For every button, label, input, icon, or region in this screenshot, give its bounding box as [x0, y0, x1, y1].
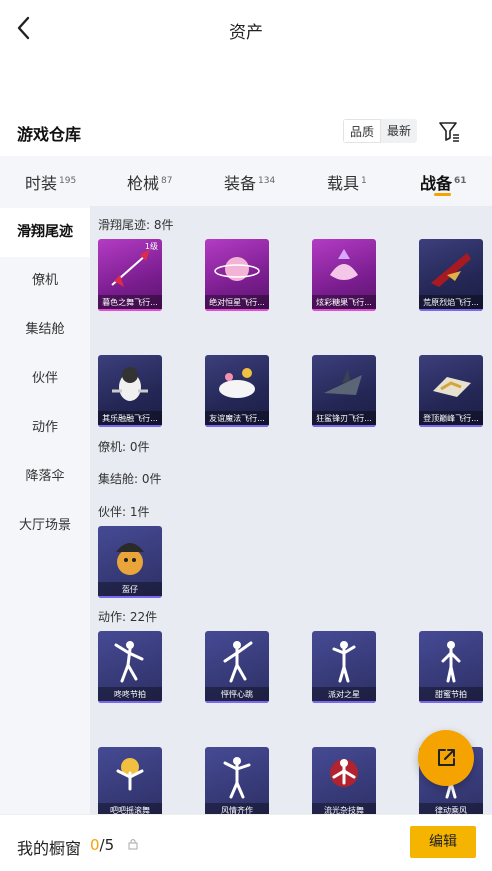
level-badge: 1级	[144, 242, 158, 251]
shark-craft-icon	[324, 369, 362, 395]
sidebar-item-partner[interactable]: 伙伴	[0, 354, 90, 403]
header: 资产	[0, 0, 492, 58]
item-card[interactable]: 登顶巅峰飞行...	[419, 355, 483, 427]
planet-trail-icon	[214, 257, 260, 281]
item-name: 友谊魔法飞行...	[205, 411, 269, 427]
item-card[interactable]: 炫彩糖果飞行...	[312, 239, 376, 311]
item-name: 甜蜜节拍	[419, 687, 483, 703]
page-title: 资产	[229, 23, 263, 43]
lock-icon	[128, 839, 138, 850]
section-title-wingman: 僚机: 0件	[98, 440, 150, 454]
sidebar-item-lobby-scene[interactable]: 大厅场景	[0, 501, 90, 550]
gold-craft-icon	[433, 377, 471, 397]
item-card[interactable]: 咚咚节拍	[98, 631, 162, 703]
active-tab-indicator	[434, 193, 451, 196]
section-title-trail: 滑翔尾迹: 8件	[98, 218, 174, 232]
item-name: 咚咚节拍	[98, 687, 162, 703]
external-link-icon	[438, 749, 455, 766]
sidebar-item-parachute[interactable]: 降落伞	[0, 452, 90, 501]
dance-pose-icon	[332, 641, 356, 683]
section-title-partner: 伙伴: 1件	[98, 505, 150, 519]
item-card[interactable]: 派对之星	[312, 631, 376, 703]
item-name: 炫彩糖果飞行...	[312, 295, 376, 311]
item-name: 其乐融融飞行...	[98, 411, 162, 427]
sort-toggle: 品质 最新	[343, 119, 418, 143]
penguin-craft-icon	[112, 367, 148, 401]
item-name: 登顶巅峰飞行...	[419, 411, 483, 427]
item-card[interactable]: 荒原烈焰飞行...	[419, 239, 483, 311]
sort-quality-button[interactable]: 品质	[343, 119, 382, 143]
candy-trail-icon	[330, 249, 358, 280]
item-card[interactable]: 1级 暮色之舞飞行...	[98, 239, 162, 311]
dance-pose-icon	[223, 641, 253, 683]
spear-trail-icon	[111, 249, 150, 287]
dance-pose-icon	[441, 641, 461, 683]
item-name: 风情齐作	[205, 803, 269, 814]
share-button[interactable]	[418, 730, 474, 786]
item-card[interactable]: 友谊魔法飞行...	[205, 355, 269, 427]
item-card[interactable]: 怦怦心跳	[205, 631, 269, 703]
item-name: 暮色之舞飞行...	[98, 295, 162, 311]
showcase-count: 0/5	[90, 836, 115, 854]
item-card[interactable]: 风情齐作	[205, 747, 269, 814]
helmet-chick-icon	[116, 543, 144, 575]
item-card[interactable]: 其乐融融飞行...	[98, 355, 162, 427]
warehouse-title: 游戏仓库	[17, 125, 82, 144]
sort-newest-button[interactable]: 最新	[381, 119, 417, 143]
tab-equipment[interactable]: 装备 134	[224, 170, 275, 194]
item-card[interactable]: 吧吧摇滚舞	[98, 747, 162, 814]
sidebar-item-glide-trail[interactable]: 滑翔尾迹	[0, 208, 90, 257]
item-name: 荒原烈焰飞行...	[419, 295, 483, 311]
dance-pose-icon	[223, 757, 251, 799]
dance-pose-icon	[330, 759, 358, 787]
item-card[interactable]: 绝对恒星飞行...	[205, 239, 269, 311]
flame-craft-icon	[431, 253, 471, 287]
item-card[interactable]: 狂鲨锋刃飞行...	[312, 355, 376, 427]
dance-pose-icon	[116, 758, 144, 791]
section-title-emote: 动作: 22件	[98, 610, 158, 624]
item-name: 狂鲨锋刃飞行...	[312, 411, 376, 427]
item-name: 吧吧摇滚舞	[98, 803, 162, 814]
item-name: 派对之星	[312, 687, 376, 703]
tab-firearms[interactable]: 枪械 87	[127, 170, 172, 194]
item-card[interactable]: 盔仔	[98, 526, 162, 598]
showcase-label: 我的橱窗	[17, 839, 82, 858]
tab-combat-gear[interactable]: 战备 61	[420, 170, 467, 194]
cloud-magic-icon	[219, 368, 255, 398]
item-card[interactable]: 流光杂技舞	[312, 747, 376, 814]
sidebar-item-pod[interactable]: 集结舱	[0, 305, 90, 354]
edit-button[interactable]: 编辑	[410, 826, 476, 858]
item-name: 绝对恒星飞行...	[205, 295, 269, 311]
item-name: 怦怦心跳	[205, 687, 269, 703]
item-card[interactable]: 甜蜜节拍	[419, 631, 483, 703]
dance-pose-icon	[114, 641, 144, 683]
tab-vehicles[interactable]: 载具 1	[327, 170, 367, 194]
item-grid: 滑翔尾迹: 8件 1级 暮色之舞飞行... 绝对恒星飞行... 炫彩糖果飞行..…	[90, 206, 492, 814]
item-name: 律动乘风	[419, 803, 483, 814]
filter-icon[interactable]	[437, 119, 461, 143]
tab-fashion[interactable]: 时装 195	[25, 170, 76, 194]
category-tabs: 时装 195 枪械 87 装备 134 载具 1 战备 61	[0, 156, 492, 206]
sidebar-item-emote[interactable]: 动作	[0, 403, 90, 452]
section-title-pod: 集结舱: 0件	[98, 472, 162, 486]
item-name: 盔仔	[98, 582, 162, 598]
item-name: 流光杂技舞	[312, 803, 376, 814]
sidebar-item-wingman[interactable]: 僚机	[0, 256, 90, 305]
sidebar: 滑翔尾迹 僚机 集结舱 伙伴 动作 降落伞 大厅场景	[0, 206, 90, 814]
